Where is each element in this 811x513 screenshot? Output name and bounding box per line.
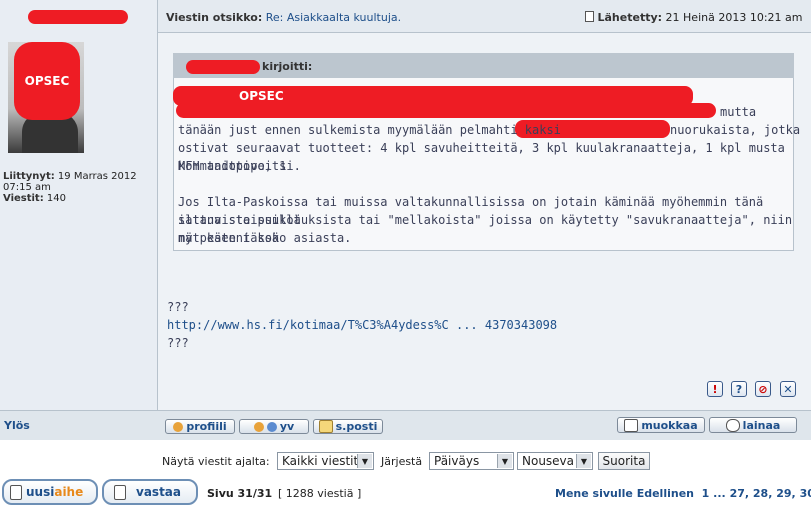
quote-line-5: MFH taittoveitsi. (178, 159, 301, 173)
subject-label: Viestin otsikko: (166, 11, 263, 24)
quote-button[interactable]: lainaa (709, 417, 797, 433)
profile-label: profiili (186, 420, 227, 433)
edit-label: muokkaa (641, 418, 698, 432)
edit-icon (624, 418, 639, 432)
posts-value: 140 (46, 193, 66, 204)
sort-select-value: Päiväys (434, 454, 480, 468)
quote-redaction-2 (176, 103, 716, 118)
sort-label: Järjestä (381, 455, 423, 468)
chevron-down-icon: ▼ (497, 454, 512, 468)
ban-icon-glyph: ⊘ (758, 382, 768, 396)
info-icon-glyph: ? (735, 382, 743, 396)
quote-line-2: tänään just ennen sulkemista myymälään p… (178, 123, 561, 137)
info-icon[interactable]: ? (731, 381, 747, 397)
joined-value: 19 Marras 2012 (57, 171, 137, 182)
report-icon-glyph: ! (712, 382, 718, 396)
quote-author-redaction (186, 60, 260, 74)
posted-value: 21 Heinä 2013 10:21 am (665, 11, 803, 24)
profile-icon (173, 421, 184, 432)
chevron-down-icon: ▼ (357, 454, 372, 468)
pm-button[interactable]: yv (239, 419, 309, 434)
quote-redaction-text: OPSEC (239, 89, 284, 103)
go-button[interactable]: Suorita (598, 452, 650, 470)
order-select-value: Nouseva (522, 454, 575, 468)
post-icon (585, 11, 594, 22)
new-topic-button[interactable]: uusi aihe (2, 479, 98, 505)
quote-icon (725, 418, 740, 432)
posted-label: Lähetetty: (597, 11, 663, 24)
order-select[interactable]: Nouseva ▼ (517, 452, 593, 470)
chevron-down-icon: ▼ (576, 454, 591, 468)
quote-line-1: mutta (720, 105, 757, 119)
reply-icon (114, 484, 126, 500)
pm-icon (253, 421, 264, 432)
reply-label: vastaa (136, 485, 181, 499)
body-link[interactable]: http://www.hs.fi/kotimaa/T%C3%A4ydess%C … (167, 316, 557, 334)
new-topic-label-a: uusi (26, 485, 55, 499)
quote-header-text: kirjoitti: (262, 60, 313, 73)
period-select[interactable]: Kaikki viestit ▼ (277, 452, 374, 470)
delete-icon-glyph: ✕ (783, 382, 793, 396)
pm-icon-2 (266, 421, 277, 432)
subject-value[interactable]: Re: Asiakkaalta kuultuja. (266, 11, 401, 24)
avatar-redaction: OPSEC (14, 42, 80, 120)
new-topic-icon (10, 484, 22, 500)
edit-button[interactable]: muokkaa (617, 417, 705, 433)
quote-line-3: nuorukaista, jotka (670, 123, 801, 137)
posts-label: Viestit: (3, 193, 44, 204)
report-icon[interactable]: ! (707, 381, 723, 397)
profile-button[interactable]: profiili (165, 419, 235, 434)
email-label: s.posti (335, 420, 378, 433)
page-link-28[interactable]: 28, (753, 487, 773, 500)
page-link-29[interactable]: 29, (776, 487, 796, 500)
reply-button[interactable]: vastaa (102, 479, 198, 505)
body-line-1: ??? (167, 300, 189, 314)
avatar: OPSEC (8, 42, 84, 153)
quote-line-8: nyt käteni koko asiasta. (178, 231, 352, 245)
page-indicator: Sivu 31/31 (207, 487, 273, 500)
posted-line: Lähetetty: 21 Heinä 2013 10:21 am (585, 11, 802, 24)
quote-label: lainaa (742, 418, 781, 432)
pm-label: yv (279, 420, 295, 433)
avatar-text: OPSEC (24, 74, 70, 88)
author-name-redaction (28, 10, 128, 24)
new-topic-label-b: aihe (54, 485, 84, 499)
joined-time: 07:15 am (3, 182, 51, 193)
joined-label: Liittynyt: (3, 171, 55, 182)
post-count: [ 1288 viestiä ] (278, 487, 362, 500)
author-joined: Liittynyt: 19 Marras 2012 07:15 am Viest… (3, 171, 157, 204)
page-ellipsis: ... (713, 487, 726, 500)
body-line-3: ??? (167, 336, 189, 350)
email-icon (318, 420, 333, 433)
delete-icon[interactable]: ✕ (780, 381, 796, 397)
period-select-value: Kaikki viestit (282, 454, 359, 468)
up-link[interactable]: Ylös (4, 419, 30, 432)
sort-select[interactable]: Päiväys ▼ (429, 452, 514, 470)
prev-link[interactable]: Edellinen (637, 487, 694, 500)
ban-icon[interactable]: ⊘ (755, 381, 771, 397)
page-link-1[interactable]: 1 (702, 487, 710, 500)
pagination: Mene sivulle Edellinen 1 ... 27, 28, 29,… (555, 487, 811, 500)
page-link-30[interactable]: 30, (800, 487, 811, 500)
page-link-27[interactable]: 27, (730, 487, 750, 500)
show-posts-label: Näytä viestit ajalta: (162, 455, 270, 468)
subject-line: Viestin otsikko: Re: Asiakkaalta kuultuj… (166, 11, 401, 24)
goto-label: Mene sivulle (555, 487, 633, 500)
email-button[interactable]: s.posti (313, 419, 383, 434)
